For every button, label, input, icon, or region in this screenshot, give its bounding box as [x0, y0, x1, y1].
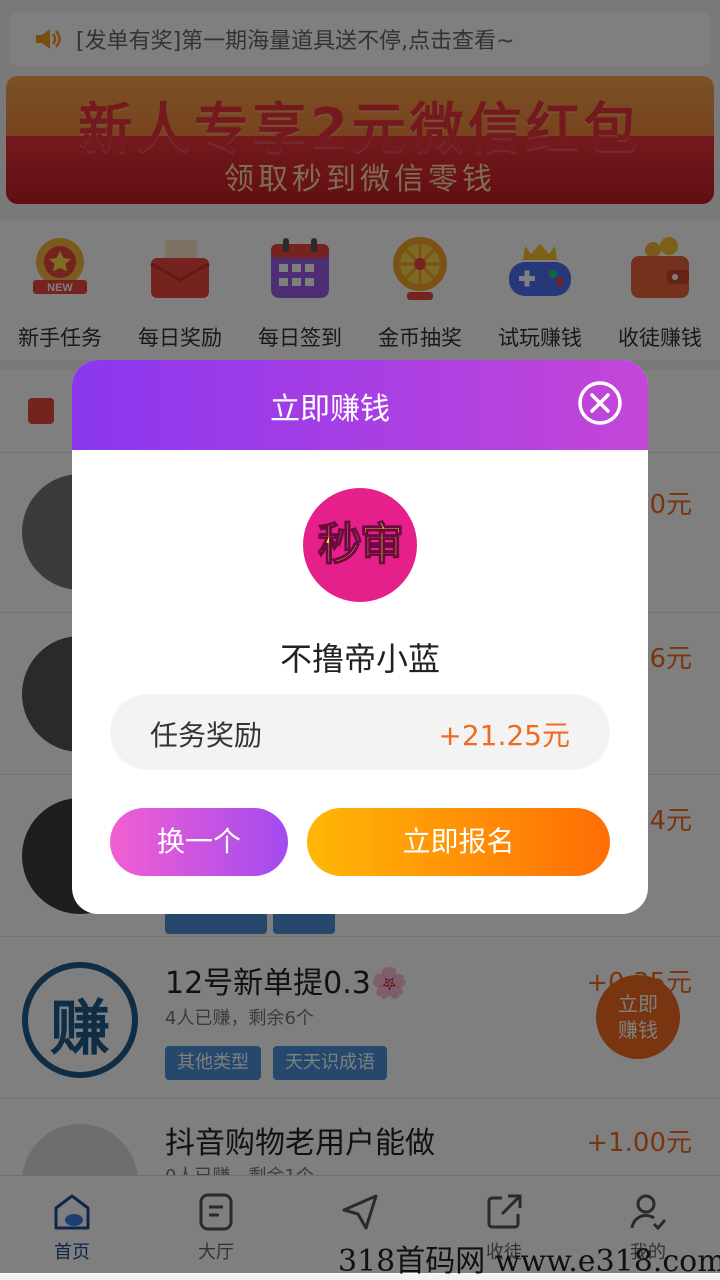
dialog-header: 立即赚钱	[72, 360, 648, 450]
swap-button[interactable]: 换一个	[110, 808, 288, 876]
task-logo-text: 秒审	[317, 518, 405, 571]
reward-label: 任务奖励	[150, 719, 263, 752]
dialog-title: 立即赚钱	[270, 392, 390, 427]
reward-row: 任务奖励 +21.25元	[110, 694, 610, 770]
close-icon[interactable]	[577, 380, 623, 426]
earn-now-dialog: 立即赚钱 秒审 不撸帝小蓝 任务奖励 +21.25元 换一个 立即报名	[72, 360, 648, 914]
task-name: 不撸帝小蓝	[279, 640, 440, 678]
reward-value: +21.25元	[438, 719, 570, 752]
watermark: 318首码网 www.e318.com	[338, 1244, 720, 1279]
join-button[interactable]: 立即报名	[307, 808, 610, 876]
task-logo: 秒审	[303, 488, 417, 602]
